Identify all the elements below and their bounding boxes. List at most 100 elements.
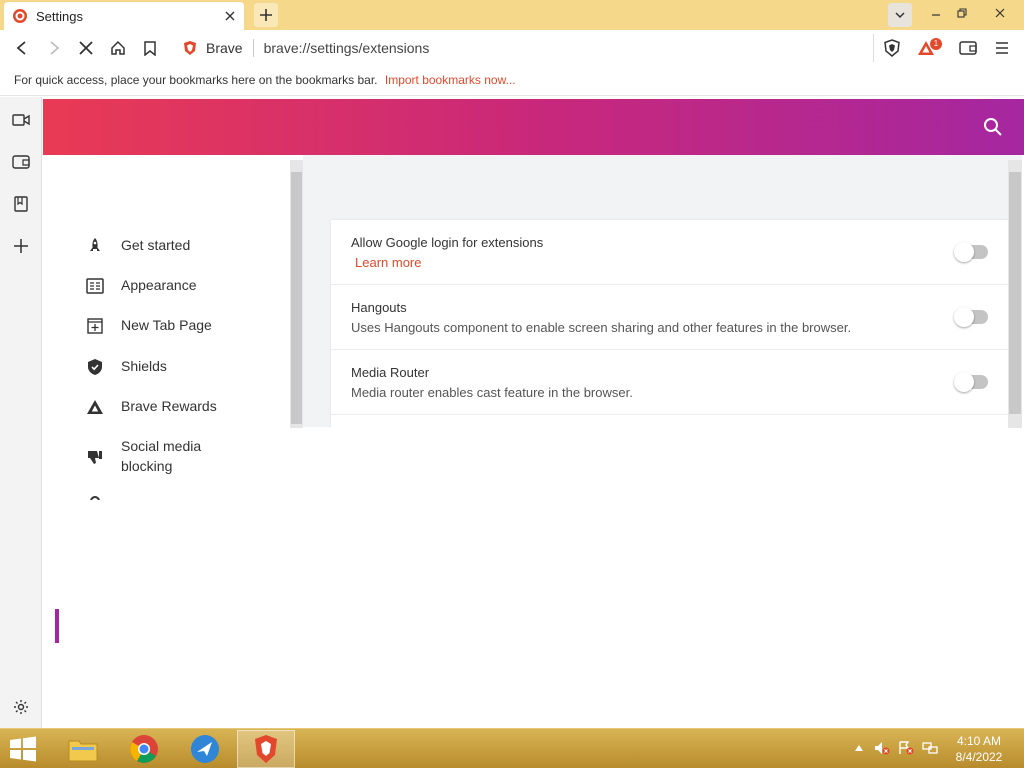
chrome-taskbar-button[interactable] xyxy=(115,730,173,768)
main-menu-button[interactable] xyxy=(990,36,1014,60)
nav-item-appearance[interactable]: Appearance xyxy=(84,275,197,297)
stop-loading-button[interactable] xyxy=(74,36,98,60)
rewards-triangle-icon xyxy=(84,396,106,418)
media-router-toggle[interactable] xyxy=(954,372,988,392)
settings-favicon-icon xyxy=(13,9,27,23)
toggle-knob xyxy=(954,242,974,262)
setting-description: Uses Hangouts component to enable screen… xyxy=(351,320,852,335)
brave-lion-icon xyxy=(184,41,196,55)
thumbs-down-icon xyxy=(84,446,106,468)
gear-icon xyxy=(14,700,28,714)
setting-row-media-router: Media Router Media router enables cast f… xyxy=(331,350,1008,415)
google-login-toggle[interactable] xyxy=(954,242,988,262)
nav-label: Social media blocking xyxy=(121,438,202,474)
taskbar: 4:10 AM 8/4/2022 xyxy=(0,728,1024,768)
bookmarks-bar-message: For quick access, place your bookmarks h… xyxy=(14,73,378,87)
plus-icon xyxy=(260,9,272,21)
bookmarks-bar: For quick access, place your bookmarks h… xyxy=(0,66,1024,96)
sidebar-wallet-button[interactable] xyxy=(9,150,33,174)
nav-label: Get started xyxy=(121,237,191,253)
nav-label: Appearance xyxy=(121,277,197,293)
volume-tray-button[interactable] xyxy=(873,739,891,757)
flag-alert-icon xyxy=(899,741,914,755)
close-icon xyxy=(995,8,1005,18)
restore-button[interactable] xyxy=(946,0,978,26)
content-scrollbar[interactable] xyxy=(1008,160,1022,428)
partially-hidden-nav-icon xyxy=(90,496,100,500)
home-button[interactable] xyxy=(106,36,130,60)
restore-icon xyxy=(957,8,967,18)
nav-item-shields[interactable]: Shields xyxy=(84,356,167,378)
tab-search-button[interactable] xyxy=(888,3,912,27)
nav-label: Shields xyxy=(121,358,167,374)
omnibox-brave-label: Brave xyxy=(206,40,243,56)
file-explorer-taskbar-button[interactable] xyxy=(54,730,112,768)
app-taskbar-button[interactable] xyxy=(176,730,234,768)
setting-description: Media router enables cast feature in the… xyxy=(351,385,633,400)
new-tab-icon xyxy=(84,315,106,337)
show-hidden-icons-button[interactable] xyxy=(850,739,868,757)
nav-scrollbar[interactable] xyxy=(290,160,303,428)
network-icon xyxy=(922,742,938,754)
content-scrollbar-thumb[interactable] xyxy=(1009,172,1021,414)
setting-row-google-login: Allow Google login for extensions Learn … xyxy=(331,220,1008,285)
extensions-card: Allow Google login for extensions Learn … xyxy=(331,220,1008,427)
toolbar: Brave brave://settings/extensions xyxy=(0,30,1024,66)
tab-title: Settings xyxy=(36,8,83,24)
stop-icon xyxy=(79,41,93,55)
sidebar-bookmarks-button[interactable] xyxy=(9,192,33,216)
learn-more-link[interactable]: Learn more xyxy=(355,255,421,270)
minimize-icon xyxy=(932,14,940,16)
windows-start-icon[interactable] xyxy=(8,735,38,763)
search-icon[interactable] xyxy=(982,116,1004,138)
system-clock[interactable]: 4:10 AM 8/4/2022 xyxy=(948,733,1010,765)
extensions-content: Allow Google login for extensions Learn … xyxy=(303,155,1022,427)
nav-item-brave-rewards[interactable]: Brave Rewards xyxy=(84,396,217,418)
sidebar-settings-button[interactable] xyxy=(9,695,33,719)
tab-strip: Settings xyxy=(0,0,1024,30)
chrome-icon xyxy=(130,735,158,763)
nav-label: Brave Rewards xyxy=(121,398,217,414)
bookmark-icon xyxy=(144,40,156,56)
action-center-tray-button[interactable] xyxy=(897,739,915,757)
bookmark-button[interactable] xyxy=(138,36,162,60)
toggle-knob xyxy=(954,307,974,327)
clock-time: 4:10 AM xyxy=(956,734,1002,748)
brave-taskbar-button[interactable] xyxy=(237,730,295,768)
sidebar-talk-button[interactable] xyxy=(9,108,33,132)
tab-settings[interactable]: Settings xyxy=(4,2,244,30)
toggle-knob xyxy=(954,372,974,392)
chevron-up-icon xyxy=(855,745,863,751)
bird-app-icon xyxy=(191,735,219,763)
close-tab-icon[interactable] xyxy=(222,8,238,24)
wallet-button[interactable] xyxy=(956,36,980,60)
setting-title: Hangouts xyxy=(351,300,407,315)
setting-title: Allow Google login for extensions xyxy=(351,235,544,250)
url-text[interactable]: brave://settings/extensions xyxy=(264,40,430,56)
forward-button[interactable] xyxy=(42,36,66,60)
import-bookmarks-link[interactable]: Import bookmarks now... xyxy=(385,73,516,87)
nav-item-social-media-blocking[interactable]: Social media blocking xyxy=(84,436,231,476)
nav-item-get-started[interactable]: Get started xyxy=(84,235,190,257)
brave-shields-button[interactable] xyxy=(880,36,904,60)
omnibox-separator xyxy=(252,39,254,57)
network-tray-button[interactable] xyxy=(921,739,939,757)
shield-icon xyxy=(84,356,106,378)
close-window-button[interactable] xyxy=(984,0,1016,26)
appearance-icon xyxy=(84,275,106,297)
sidebar-add-button[interactable] xyxy=(9,234,33,258)
hamburger-menu-icon xyxy=(996,42,1008,54)
settings-nav: Get started Appearance New Tab Page Shie… xyxy=(54,160,290,500)
forward-icon xyxy=(50,41,60,55)
nav-label: New Tab Page xyxy=(121,317,212,333)
folder-icon xyxy=(68,740,98,762)
new-tab-button[interactable] xyxy=(254,3,278,27)
nav-item-new-tab-page[interactable]: New Tab Page xyxy=(84,315,212,337)
nav-scrollbar-thumb[interactable] xyxy=(291,172,302,424)
wallet-icon xyxy=(959,41,977,55)
clock-date: 8/4/2022 xyxy=(955,750,1003,764)
hangouts-toggle[interactable] xyxy=(954,307,988,327)
chevron-down-icon xyxy=(895,12,905,19)
address-bar[interactable]: Brave brave://settings/extensions xyxy=(172,34,874,62)
back-button[interactable] xyxy=(10,36,34,60)
